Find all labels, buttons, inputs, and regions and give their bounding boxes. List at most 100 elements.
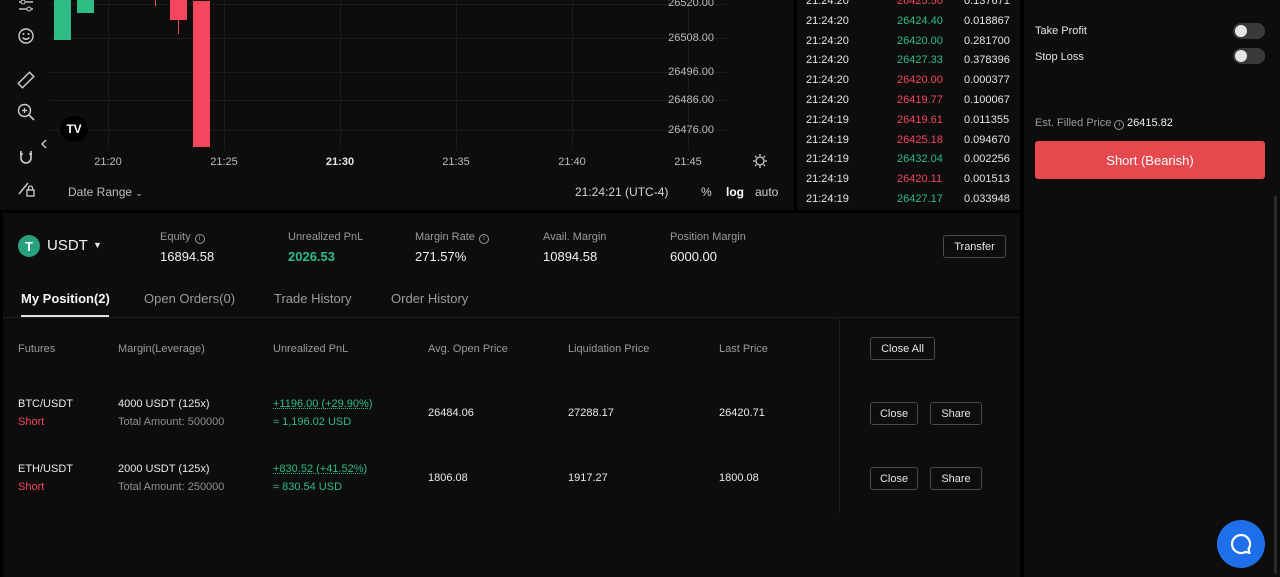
drawing-toolbar (0, 0, 48, 210)
chat-support-button[interactable] (1217, 520, 1265, 568)
position-pair: BTC/USDT (18, 398, 73, 410)
position-pnl[interactable]: +1196.00 (+29.90%) (273, 398, 372, 410)
panel-scrollbar[interactable] (1274, 196, 1277, 574)
position-last-price: 26420.71 (719, 407, 765, 419)
trade-amount: 0.378396 (964, 54, 1010, 67)
close-position-button[interactable]: Close (870, 467, 918, 490)
grid-line (108, 0, 109, 150)
trade-price: 26425.50 (897, 0, 943, 7)
price-axis-tick: 26486.00 (668, 94, 714, 106)
percent-scale-button[interactable]: % (701, 185, 712, 199)
grid-line (456, 0, 457, 150)
trade-amount: 0.094670 (964, 133, 1010, 146)
tab-my-position[interactable]: My Position(2) (21, 291, 110, 306)
share-position-button[interactable]: Share (930, 467, 982, 490)
grid-line (50, 100, 726, 101)
trade-row: 21:24:19 26432.04 0.002256 (797, 150, 1020, 170)
time-axis-tick: 21:45 (674, 156, 702, 168)
emoji-icon[interactable] (14, 24, 38, 48)
trade-row: 21:24:19 26419.61 0.011355 (797, 111, 1020, 131)
price-axis-tick: 26508.00 (668, 32, 714, 44)
info-icon[interactable]: i (478, 234, 489, 244)
column-header-margin: Margin(Leverage) (118, 343, 205, 355)
margin-coin-selector[interactable]: USDT (47, 237, 88, 254)
ruler-icon[interactable] (14, 68, 38, 92)
trade-amount: 0.033948 (964, 193, 1010, 205)
stop-loss-toggle[interactable] (1233, 48, 1265, 64)
time-axis-tick: 21:30 (325, 156, 355, 168)
tab-open-orders[interactable]: Open Orders(0) (144, 291, 235, 306)
trade-price: 26420.00 (897, 34, 943, 47)
trade-amount: 0.000377 (964, 74, 1010, 87)
stat-label-text: Position Margin (670, 231, 746, 243)
candle-bullish (77, 0, 94, 13)
position-total-amount: Total Amount: 500000 (118, 416, 225, 428)
caret-down-icon[interactable]: ▼ (93, 240, 102, 250)
grid-line (50, 130, 726, 131)
auto-scale-button[interactable]: auto (755, 185, 778, 199)
tab-trade-history[interactable]: Trade History (274, 291, 352, 306)
position-pnl-usd: ≈ 830.54 USD (273, 481, 343, 493)
collapse-arrow-icon[interactable] (38, 132, 50, 156)
trade-time: 21:24:20 (806, 34, 849, 47)
date-range-label: Date Range (68, 185, 133, 199)
trade-time: 21:24:20 (806, 74, 849, 87)
trade-time: 21:24:19 (806, 193, 849, 205)
info-icon[interactable]: i (1114, 120, 1125, 130)
date-range-dropdown[interactable]: Date Range ⌄ (68, 185, 143, 199)
trade-amount: 0.001513 (964, 173, 1010, 186)
stat-label: Avail. Margin (543, 231, 606, 243)
trade-row: 21:24:20 26420.00 0.000377 (797, 71, 1020, 91)
grid-line (340, 0, 341, 150)
column-header-futures: Futures (18, 343, 56, 355)
stat-label-text: Unrealized PnL (288, 231, 364, 243)
position-liquidation-price: 1917.27 (568, 472, 608, 484)
grid-line (50, 4, 726, 5)
log-scale-button[interactable]: log (726, 185, 744, 199)
zoom-in-icon[interactable] (14, 100, 38, 124)
trade-amount: 0.137671 (964, 0, 1010, 7)
position-side: Short (18, 481, 45, 493)
trade-time: 21:24:20 (806, 14, 849, 27)
share-position-button[interactable]: Share (930, 402, 982, 425)
divider (839, 318, 840, 513)
lock-drawing-icon[interactable] (14, 176, 38, 200)
trade-time: 21:24:19 (806, 113, 849, 126)
tether-icon: T (18, 235, 40, 257)
price-chart-panel: 26520.00 26508.00 26496.00 26486.00 2647… (0, 0, 794, 210)
est-filled-price-value: 26415.82 (1127, 117, 1173, 129)
chart-settings-icon[interactable] (752, 153, 768, 174)
column-header-liquidation-price: Liquidation Price (568, 343, 650, 355)
transfer-button[interactable]: Transfer (943, 235, 1006, 258)
stat-value: 271.57% (415, 249, 467, 264)
trade-amount: 0.011355 (964, 113, 1010, 126)
sliders-icon[interactable] (14, 0, 38, 18)
chat-bubble-icon (1230, 533, 1252, 555)
stat-value: 6000.00 (670, 249, 717, 264)
price-axis-tick: 26496.00 (668, 66, 714, 78)
tab-order-history[interactable]: Order History (391, 291, 468, 306)
stat-value: 2026.53 (288, 249, 335, 264)
positions-panel: T USDT ▼ Equity i 16894.58 Unrealized PnL 20… (3, 213, 1020, 577)
stop-loss-label: Stop Loss (1035, 51, 1084, 63)
chart-footer: Date Range ⌄ 21:24:21 (UTC-4) % log auto (50, 178, 794, 206)
column-header-open-price: Avg. Open Price (428, 343, 508, 355)
position-open-price: 26484.06 (428, 407, 474, 419)
trade-time: 21:24:20 (806, 0, 849, 7)
time-axis-tick: 21:20 (94, 156, 122, 168)
stat-value: 16894.58 (160, 249, 215, 264)
take-profit-toggle[interactable] (1233, 23, 1265, 39)
magnet-icon[interactable] (14, 145, 38, 169)
trade-time: 21:24:19 (806, 173, 849, 186)
position-pnl[interactable]: +830.52 (+41.52%) (273, 463, 367, 475)
short-bearish-button[interactable]: Short (Bearish) (1035, 141, 1265, 179)
info-icon[interactable]: i (194, 234, 205, 244)
trade-time: 21:24:19 (806, 133, 849, 146)
trade-time: 21:24:20 (806, 94, 849, 106)
order-panel: Take Profit Stop Loss Est. Filled Price … (1024, 0, 1280, 577)
close-all-button[interactable]: Close All (870, 337, 935, 360)
grid-line (50, 38, 726, 39)
trade-row: 21:24:19 26425.18 0.094670 (797, 131, 1020, 151)
candlestick-chart[interactable]: 26520.00 26508.00 26496.00 26486.00 2647… (50, 0, 726, 150)
close-position-button[interactable]: Close (870, 402, 918, 425)
